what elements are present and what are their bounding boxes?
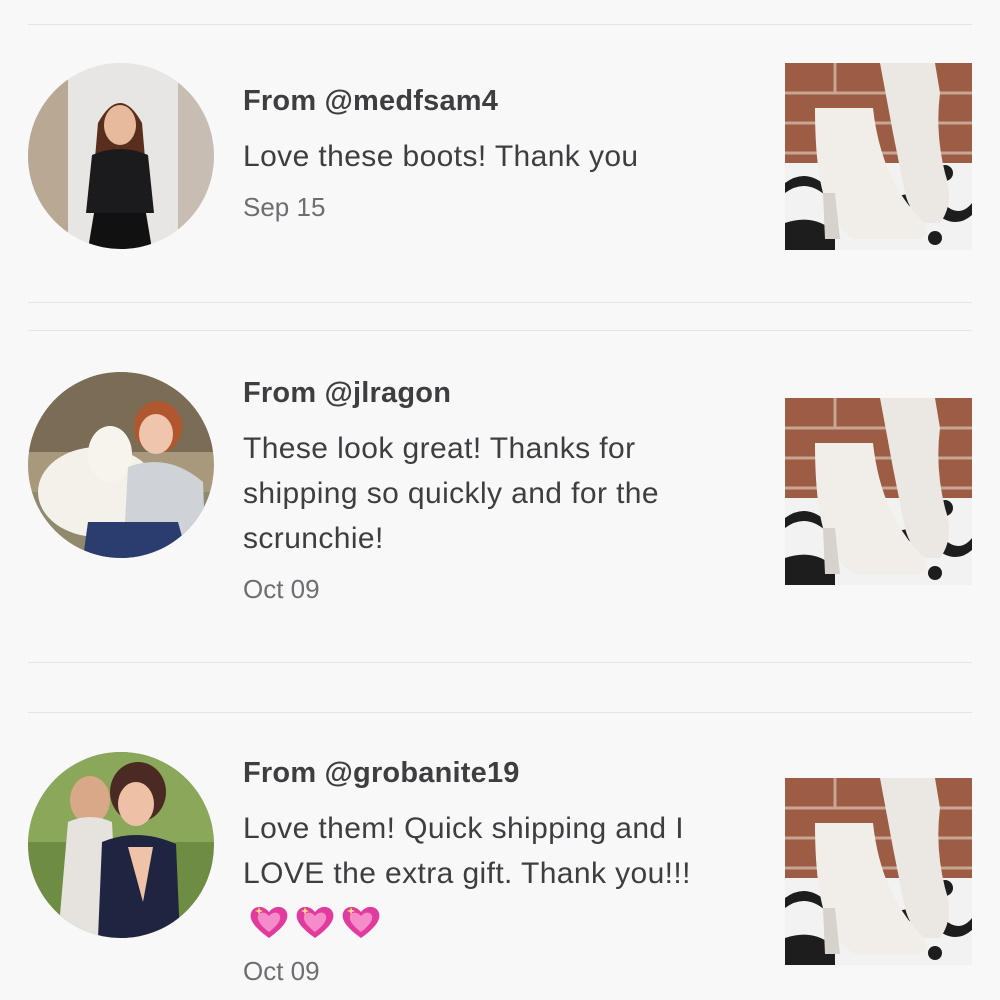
product-thumbnail[interactable] <box>785 63 972 250</box>
divider <box>28 712 972 713</box>
reviewer-avatar[interactable] <box>28 752 214 938</box>
avatar-photo <box>28 752 214 938</box>
review-feed: From @medfsam4 Love these boots! Thank y… <box>0 0 1000 1000</box>
review-comment: These look great! Thanks for shipping so… <box>243 432 659 555</box>
divider <box>28 662 972 663</box>
boots-photo <box>785 778 972 965</box>
avatar-photo <box>28 63 214 249</box>
sparkling-heart-icon <box>296 906 334 938</box>
divider <box>28 24 972 25</box>
reviewer-avatar[interactable] <box>28 63 214 249</box>
product-thumbnail[interactable] <box>785 778 972 965</box>
review-comment: Love these boots! Thank you <box>243 140 639 173</box>
review-comment: Love them! Quick shipping and I LOVE the… <box>243 806 743 943</box>
boots-photo <box>785 398 972 585</box>
sparkling-heart-icon <box>250 906 288 938</box>
reviewer-handle[interactable]: From @jlragon <box>243 376 743 410</box>
emoji-group <box>249 898 387 943</box>
sparkling-heart-icon <box>342 906 380 938</box>
reviewer-handle[interactable]: From @medfsam4 <box>243 84 743 118</box>
reviewer-handle[interactable]: From @grobanite19 <box>243 756 743 790</box>
review-body: From @medfsam4 Love these boots! Thank y… <box>243 84 743 223</box>
product-thumbnail[interactable] <box>785 398 972 585</box>
review-date: Sep 15 <box>243 192 326 222</box>
boots-photo <box>785 63 972 250</box>
review-body: From @grobanite19 Love them! Quick shipp… <box>243 756 743 987</box>
avatar-photo <box>28 372 214 558</box>
review-date: Oct 09 <box>243 955 320 986</box>
divider <box>28 302 972 303</box>
reviewer-avatar[interactable] <box>28 372 214 558</box>
review-body: From @jlragon These look great! Thanks f… <box>243 376 743 605</box>
review-comment-text: Love them! Quick shipping and I LOVE the… <box>243 812 691 890</box>
review-date: Oct 09 <box>243 574 320 604</box>
divider <box>28 330 972 331</box>
